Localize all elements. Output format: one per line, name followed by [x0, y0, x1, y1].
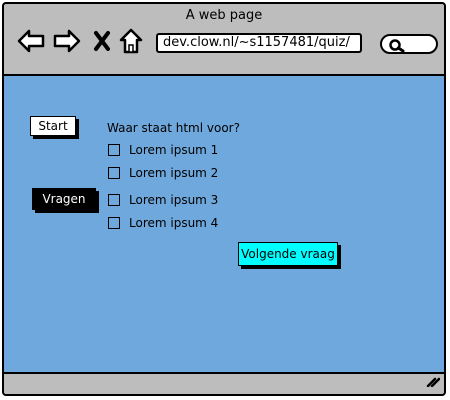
answer-checkbox[interactable] — [108, 194, 120, 206]
page-content: Start Vragen Waar staat html voor? Lorem… — [4, 74, 444, 374]
next-question-button[interactable]: Volgende vraag — [238, 242, 338, 266]
question-text: Waar staat html voor? — [107, 121, 240, 135]
answer-checkbox[interactable] — [108, 217, 120, 229]
answer-option[interactable]: Lorem ipsum 2 — [108, 166, 218, 180]
start-button[interactable]: Start — [30, 116, 76, 136]
window-title: A web page — [185, 8, 263, 23]
answer-option[interactable]: Lorem ipsum 3 — [108, 193, 218, 207]
resize-grip-icon[interactable] — [426, 372, 441, 391]
answer-checkbox[interactable] — [108, 167, 120, 179]
answer-label: Lorem ipsum 1 — [129, 143, 219, 157]
answer-option[interactable]: Lorem ipsum 1 — [108, 143, 218, 157]
answer-checkbox[interactable] — [108, 144, 120, 156]
search-icon — [388, 38, 406, 57]
answer-label: Lorem ipsum 2 — [129, 166, 219, 180]
answer-option[interactable]: Lorem ipsum 4 — [108, 216, 218, 230]
vragen-button[interactable]: Vragen — [32, 188, 96, 210]
browser-window: A web page dev.clow.nl/~s1157481/quiz/ S… — [2, 2, 446, 396]
forward-arrow-icon[interactable] — [52, 28, 82, 54]
home-icon[interactable] — [118, 27, 144, 55]
answer-label: Lorem ipsum 3 — [129, 193, 219, 207]
search-field[interactable] — [380, 34, 438, 54]
url-field[interactable]: dev.clow.nl/~s1157481/quiz/ — [156, 33, 362, 53]
answer-label: Lorem ipsum 4 — [129, 216, 219, 230]
close-icon[interactable] — [92, 30, 112, 52]
back-arrow-icon[interactable] — [16, 28, 46, 54]
